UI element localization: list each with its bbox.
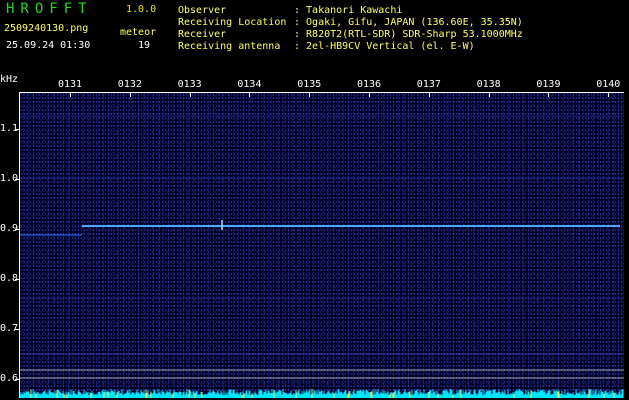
y-tick: [15, 329, 19, 330]
file-name: 2509240130.png: [4, 23, 89, 34]
x-tick-label: 0133: [177, 79, 202, 90]
y-tick: [15, 179, 19, 180]
x-tick: [189, 92, 191, 97]
x-tick: [309, 92, 311, 97]
meteor-label: meteor: [120, 27, 157, 38]
x-tick: [70, 92, 71, 97]
antenna-value: : 2el-HB9CV Vertical (el. E-W): [294, 41, 475, 52]
y-tick: [15, 279, 19, 280]
x-tick: [608, 92, 610, 97]
observer-value: : Takanori Kawachi: [294, 5, 403, 16]
x-tick: [428, 92, 430, 97]
x-tick-label: 0139: [536, 79, 561, 90]
observer-label: Observer: [178, 5, 227, 16]
date-time: 25.09.24 01:30: [6, 40, 91, 51]
app-title: HROFFT: [6, 1, 93, 17]
y-tick: [15, 129, 19, 130]
x-tick-label: 0132: [117, 79, 142, 90]
receiver-label: Receiver: [178, 29, 227, 40]
app-version: 1.0.0: [126, 4, 157, 15]
x-tick-label: 0135: [297, 79, 322, 90]
noise-baseline: [20, 389, 624, 398]
x-tick-label: 0136: [357, 79, 382, 90]
x-tick-label: 0137: [416, 79, 441, 90]
location-value: : Ogaki, Gifu, JAPAN (136.60E, 35.35N): [294, 17, 523, 28]
x-tick-label: 0138: [476, 79, 501, 90]
y-axis-line: [19, 92, 20, 398]
x-tick-label: 0140: [596, 79, 621, 90]
x-tick: [129, 92, 131, 97]
x-tick: [249, 92, 251, 97]
y-tick: [15, 229, 19, 230]
x-tick-label: 0131: [58, 79, 83, 90]
antenna-label: Receiving antenna: [178, 41, 281, 52]
y-tick: [15, 379, 19, 380]
spectrogram-overlay: [20, 115, 624, 398]
x-axis-line: [20, 92, 624, 93]
spectrogram-plot: [20, 92, 624, 398]
x-tick: [488, 92, 490, 97]
x-tick-label: 0134: [237, 79, 262, 90]
y-axis-unit: kHz: [0, 74, 19, 85]
spectrogram-screen: HROFFT 1.0.0 2509240130.png meteor 25.09…: [0, 0, 629, 400]
x-tick: [369, 92, 370, 97]
receiver-value: : R820T2(RTL-SDR) SDR-Sharp 53.1000MHz: [294, 29, 523, 40]
meteor-count: 19: [138, 40, 151, 51]
location-label: Receiving Location: [178, 17, 287, 28]
x-tick: [548, 92, 550, 97]
